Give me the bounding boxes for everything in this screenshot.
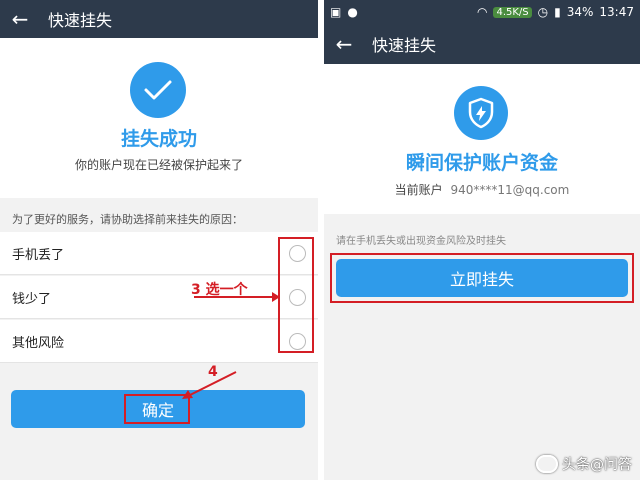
watermark-logo-icon <box>536 455 558 473</box>
account-label: 当前账户 <box>394 183 443 197</box>
checkmark-icon <box>130 62 186 118</box>
option-label: 其他风险 <box>12 335 65 351</box>
shield-lightning-icon <box>454 86 508 140</box>
battery-level: 34% <box>566 5 594 19</box>
option-label: 手机丢了 <box>12 247 65 263</box>
clock: 13:47 <box>599 5 634 19</box>
annotation-report-box <box>330 253 634 303</box>
success-headline: 挂失成功 <box>120 128 197 150</box>
app-notification-icon: ● <box>347 5 358 19</box>
option-row-lost-phone[interactable]: 手机丢了 <box>0 232 318 275</box>
right-title-bar: ← 快速挂失 <box>324 24 640 64</box>
current-account-line: 当前账户 940****11@qq.com <box>324 181 640 198</box>
page-title: 快速挂失 <box>48 11 113 30</box>
back-arrow-icon[interactable]: ← <box>0 7 40 31</box>
option-row-other-risk[interactable]: 其他风险 <box>0 320 318 363</box>
page-title: 快速挂失 <box>372 36 437 55</box>
account-value: 940****11@qq.com <box>450 183 570 197</box>
image-notification-icon: ▣ <box>330 5 342 19</box>
signal-icon: ▮ <box>554 5 561 19</box>
annotation-arrow-right-icon <box>194 292 280 302</box>
right-phone-screen: ▣ ● ◠ 4.5K/S ◷ ▮ 34% 13:47 ← 快速挂失 瞬间保护账户… <box>324 0 640 480</box>
left-phone-screen: ← 快速挂失 挂失成功 你的账户现在已经被保护起来了 为了更好的服务，请协助选择… <box>0 0 318 480</box>
option-label: 钱少了 <box>12 291 52 307</box>
alarm-icon: ◷ <box>537 5 549 19</box>
back-arrow-icon[interactable]: ← <box>324 32 364 56</box>
watermark: 头条@问答 <box>536 454 632 474</box>
annotation-radio-box <box>278 237 314 353</box>
watermark-text: 头条@问答 <box>562 457 632 473</box>
network-speed: 4.5K/S <box>493 6 532 18</box>
report-hint: 请在手机丢失或出现资金风险及时挂失 <box>336 236 506 247</box>
success-subline: 你的账户现在已经被保护起来了 <box>74 158 243 172</box>
status-bar: ▣ ● ◠ 4.5K/S ◷ ▮ 34% 13:47 <box>324 0 640 24</box>
wifi-icon: ◠ <box>476 5 488 19</box>
reason-hint: 为了更好的服务，请协助选择前来挂失的原因： <box>12 213 243 226</box>
protect-headline: 瞬间保护账户资金 <box>405 152 558 174</box>
left-title-bar: ← 快速挂失 <box>0 0 318 38</box>
annotation-arrow-down-icon <box>182 371 237 399</box>
